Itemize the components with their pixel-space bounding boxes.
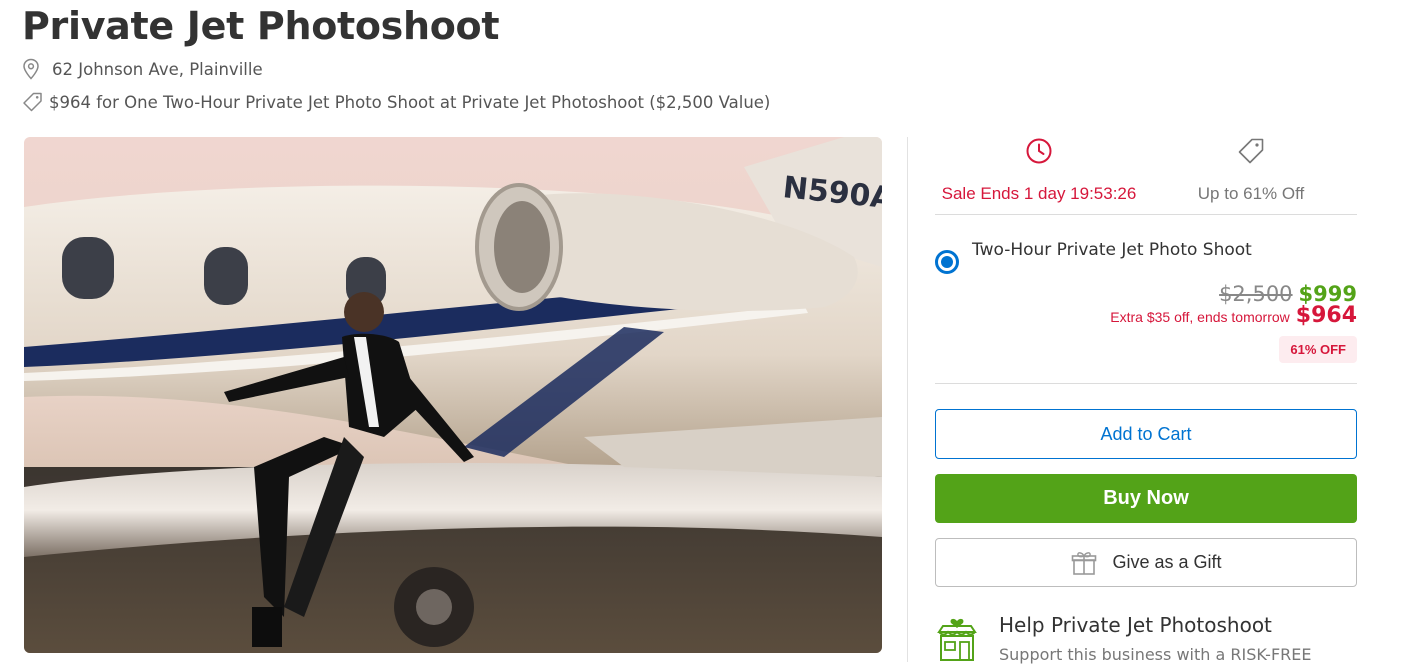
discount-info: Up to 61% Off	[1146, 136, 1356, 204]
buy-now-button[interactable]: Buy Now	[935, 474, 1357, 523]
final-price: $964	[1295, 303, 1357, 328]
give-as-gift-button[interactable]: Give as a Gift	[935, 538, 1357, 587]
sale-ends-label: Sale Ends 1 day 19:53:26	[941, 184, 1137, 203]
extra-discount-line: Extra $35 off, ends tomorrow $964	[1110, 303, 1357, 328]
page-title: Private Jet Photoshoot	[22, 4, 500, 48]
sale-timer: Sale Ends 1 day 19:53:26	[934, 136, 1144, 204]
storefront-heart-icon	[937, 618, 977, 661]
deal-description-row: $964 for One Two-Hour Private Jet Photo …	[22, 92, 770, 113]
gift-icon	[1072, 551, 1097, 575]
jet-photo: N590AK	[24, 137, 882, 653]
discount-badge: 61% OFF	[1279, 336, 1357, 363]
address-row: 62 Johnson Ave, Plainville	[22, 58, 263, 80]
tag-icon	[1238, 138, 1264, 164]
help-business-subtitle: Support this business with a RISK-FREE	[999, 645, 1312, 664]
location-pin-icon	[23, 58, 39, 80]
column-divider	[907, 137, 908, 662]
clock-icon	[1026, 138, 1052, 164]
option-title[interactable]: Two-Hour Private Jet Photo Shoot	[972, 240, 1252, 260]
hero-image[interactable]: N590AK	[24, 137, 882, 653]
help-business-title: Help Private Jet Photoshoot	[999, 613, 1272, 637]
option-radio[interactable]	[935, 250, 959, 274]
address-text[interactable]: 62 Johnson Ave, Plainville	[52, 60, 263, 79]
divider	[935, 214, 1357, 215]
gift-label: Give as a Gift	[1112, 552, 1222, 572]
divider	[935, 383, 1357, 384]
tag-icon	[23, 92, 42, 112]
discount-label: Up to 61% Off	[1197, 184, 1305, 203]
deal-description: $964 for One Two-Hour Private Jet Photo …	[49, 93, 771, 112]
add-to-cart-button[interactable]: Add to Cart	[935, 409, 1357, 459]
extra-discount-text: Extra $35 off, ends tomorrow	[1110, 309, 1290, 325]
